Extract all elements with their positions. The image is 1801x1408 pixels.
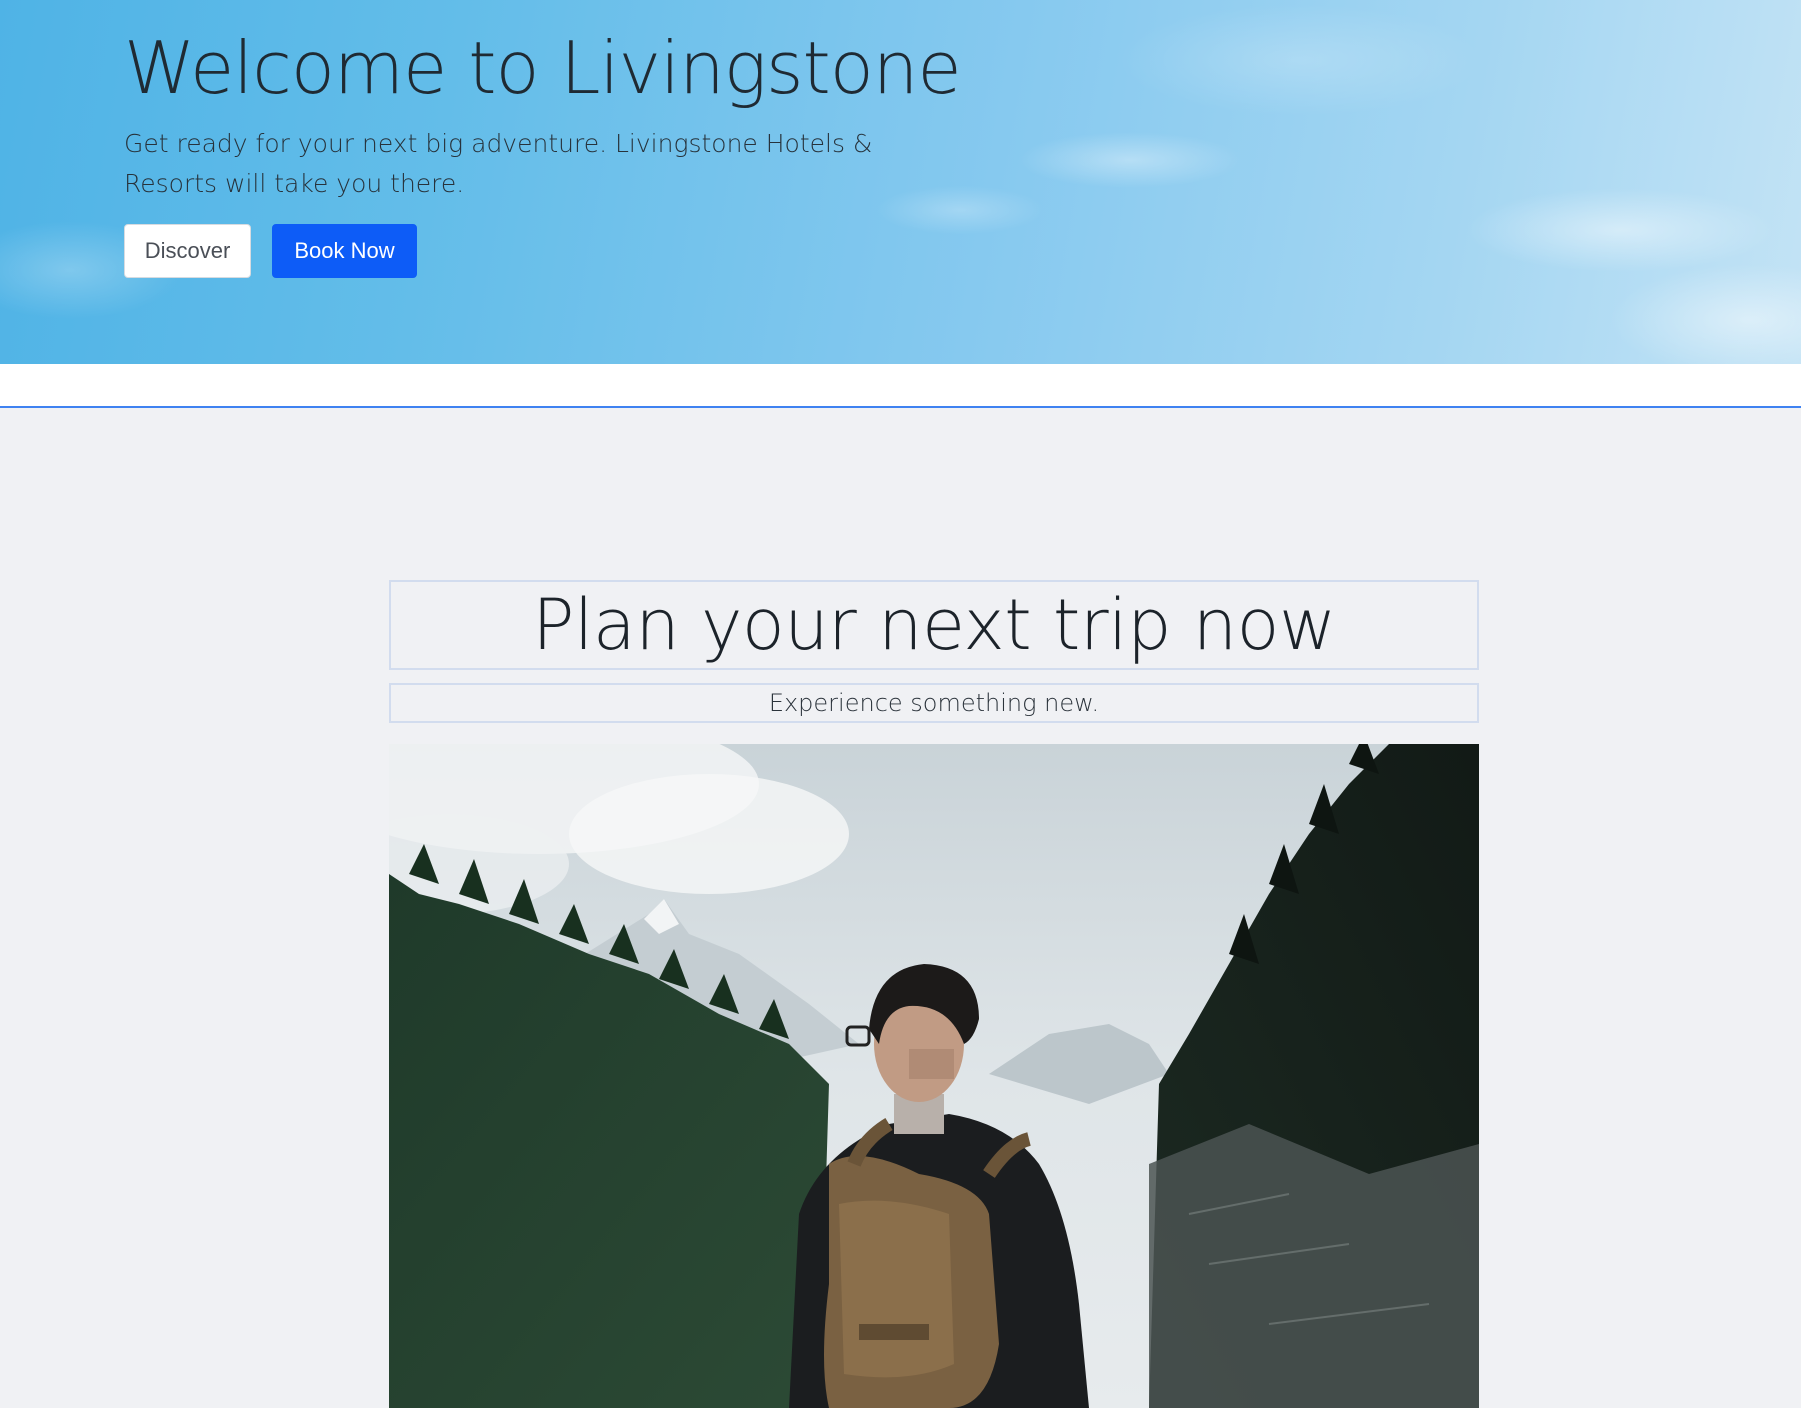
plan-title: Plan your next trip now: [532, 584, 1336, 666]
book-now-button[interactable]: Book Now: [272, 224, 417, 278]
experience-box: Experience something new.: [389, 683, 1479, 723]
hiker-photo: [389, 744, 1479, 1408]
plan-title-box: Plan your next trip now: [389, 580, 1479, 670]
hero-banner: Welcome to Livingstone Get ready for you…: [0, 0, 1801, 364]
hero-subtitle: Get ready for your next big adventure. L…: [124, 129, 873, 198]
discover-button[interactable]: Discover: [124, 224, 251, 278]
white-band: [0, 364, 1801, 406]
hiker-illustration: [389, 744, 1479, 1408]
experience-subtitle: Experience something new.: [768, 689, 1100, 717]
hero-title: Welcome to Livingstone: [124, 26, 962, 110]
